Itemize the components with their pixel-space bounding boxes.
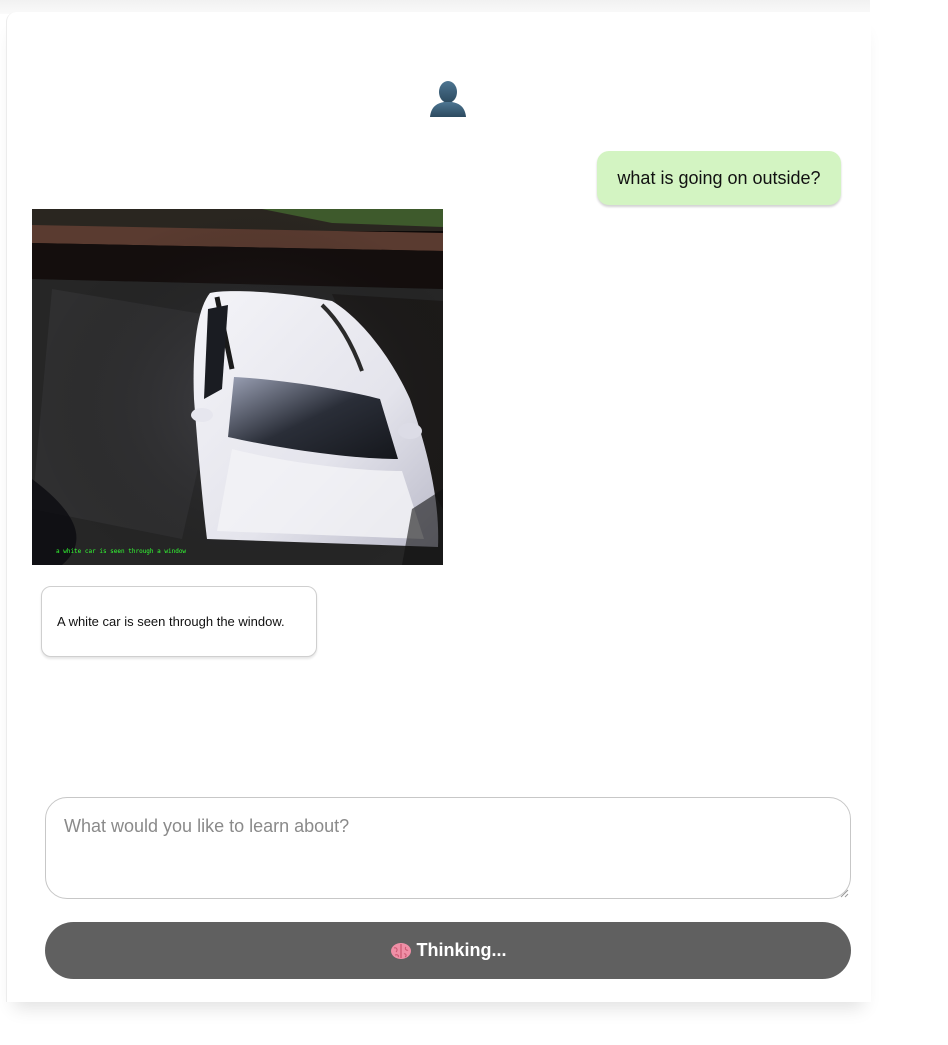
- white-car-photo: [32, 209, 443, 565]
- resize-handle-icon[interactable]: [839, 885, 849, 898]
- submit-button[interactable]: Thinking...: [45, 922, 851, 979]
- camera-snapshot-image[interactable]: a white car is seen through a window: [32, 209, 443, 565]
- bot-message-text: A white car is seen through the window.: [57, 614, 285, 629]
- bot-message-bubble: A white car is seen through the window.: [41, 586, 317, 657]
- brain-icon: [390, 942, 412, 960]
- image-overlay-caption: a white car is seen through a window: [56, 548, 187, 555]
- user-message-text: what is going on outside?: [617, 167, 821, 188]
- submit-button-label: Thinking...: [416, 940, 507, 960]
- question-input[interactable]: [45, 797, 851, 899]
- user-avatar-icon: [428, 80, 468, 118]
- user-message-bubble: what is going on outside?: [597, 151, 841, 205]
